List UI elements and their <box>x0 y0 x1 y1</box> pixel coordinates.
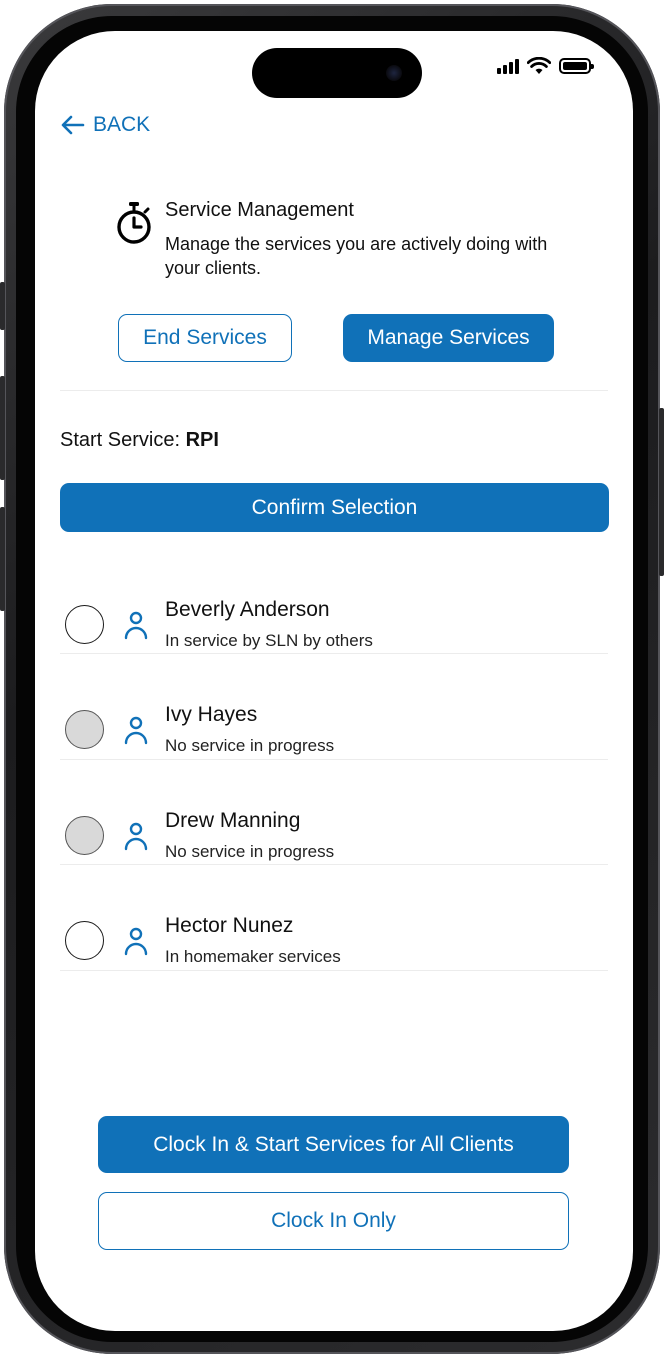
client-status: In service by SLN by others <box>165 631 373 650</box>
person-icon <box>124 611 148 640</box>
clock-in-start-all-button[interactable]: Clock In & Start Services for All Client… <box>98 1116 569 1173</box>
client-radio-disabled <box>65 816 104 855</box>
dynamic-island <box>252 48 422 98</box>
client-radio-disabled <box>65 710 104 749</box>
client-name: Hector Nunez <box>165 914 294 937</box>
page-title: Service Management <box>165 199 354 221</box>
client-row[interactable]: Beverly Anderson In service by SLN by ot… <box>60 580 608 685</box>
divider <box>60 390 608 391</box>
client-status: No service in progress <box>165 736 335 755</box>
camera-icon <box>386 65 402 81</box>
client-status: No service in progress <box>165 842 335 861</box>
battery-icon <box>559 58 594 74</box>
back-label: BACK <box>93 113 151 136</box>
client-row[interactable]: Ivy Hayes No service in progress <box>60 685 608 790</box>
client-radio[interactable] <box>65 605 104 644</box>
client-name: Drew Manning <box>165 809 301 832</box>
end-services-button[interactable]: End Services <box>118 314 292 362</box>
signal-icon <box>497 58 519 74</box>
divider <box>60 759 608 760</box>
back-arrow-icon <box>61 115 85 135</box>
client-radio[interactable] <box>65 921 104 960</box>
screen: BACK Service Management Manage the servi… <box>35 31 633 1331</box>
status-bar <box>497 57 594 75</box>
start-service-label: Start Service: <box>60 429 181 451</box>
client-row[interactable]: Hector Nunez In homemaker services <box>60 896 608 1001</box>
client-name: Ivy Hayes <box>165 703 258 726</box>
person-icon <box>124 716 148 745</box>
side-button-volume-down <box>0 507 5 611</box>
client-name: Beverly Anderson <box>165 598 330 621</box>
back-button[interactable]: BACK <box>61 113 150 137</box>
side-button-action <box>0 282 5 330</box>
person-icon <box>124 927 148 956</box>
start-service-value: RPI <box>185 429 219 451</box>
person-icon <box>124 822 148 851</box>
side-button-volume-up <box>0 376 5 480</box>
clock-in-only-button[interactable]: Clock In Only <box>98 1192 569 1250</box>
manage-services-button[interactable]: Manage Services <box>343 314 554 362</box>
client-row[interactable]: Drew Manning No service in progress <box>60 791 608 896</box>
page-description: Manage the services you are actively doi… <box>165 234 548 278</box>
timer-icon <box>117 202 151 244</box>
wifi-icon <box>527 57 551 74</box>
divider <box>60 653 608 654</box>
divider <box>60 970 608 971</box>
confirm-selection-button[interactable]: Confirm Selection <box>60 483 609 532</box>
service-management-header: Service Management Manage the services y… <box>115 199 585 280</box>
divider <box>60 864 608 865</box>
client-status: In homemaker services <box>165 947 341 966</box>
side-button-power <box>659 408 664 576</box>
start-service-line: Start Service: RPI <box>60 429 219 452</box>
